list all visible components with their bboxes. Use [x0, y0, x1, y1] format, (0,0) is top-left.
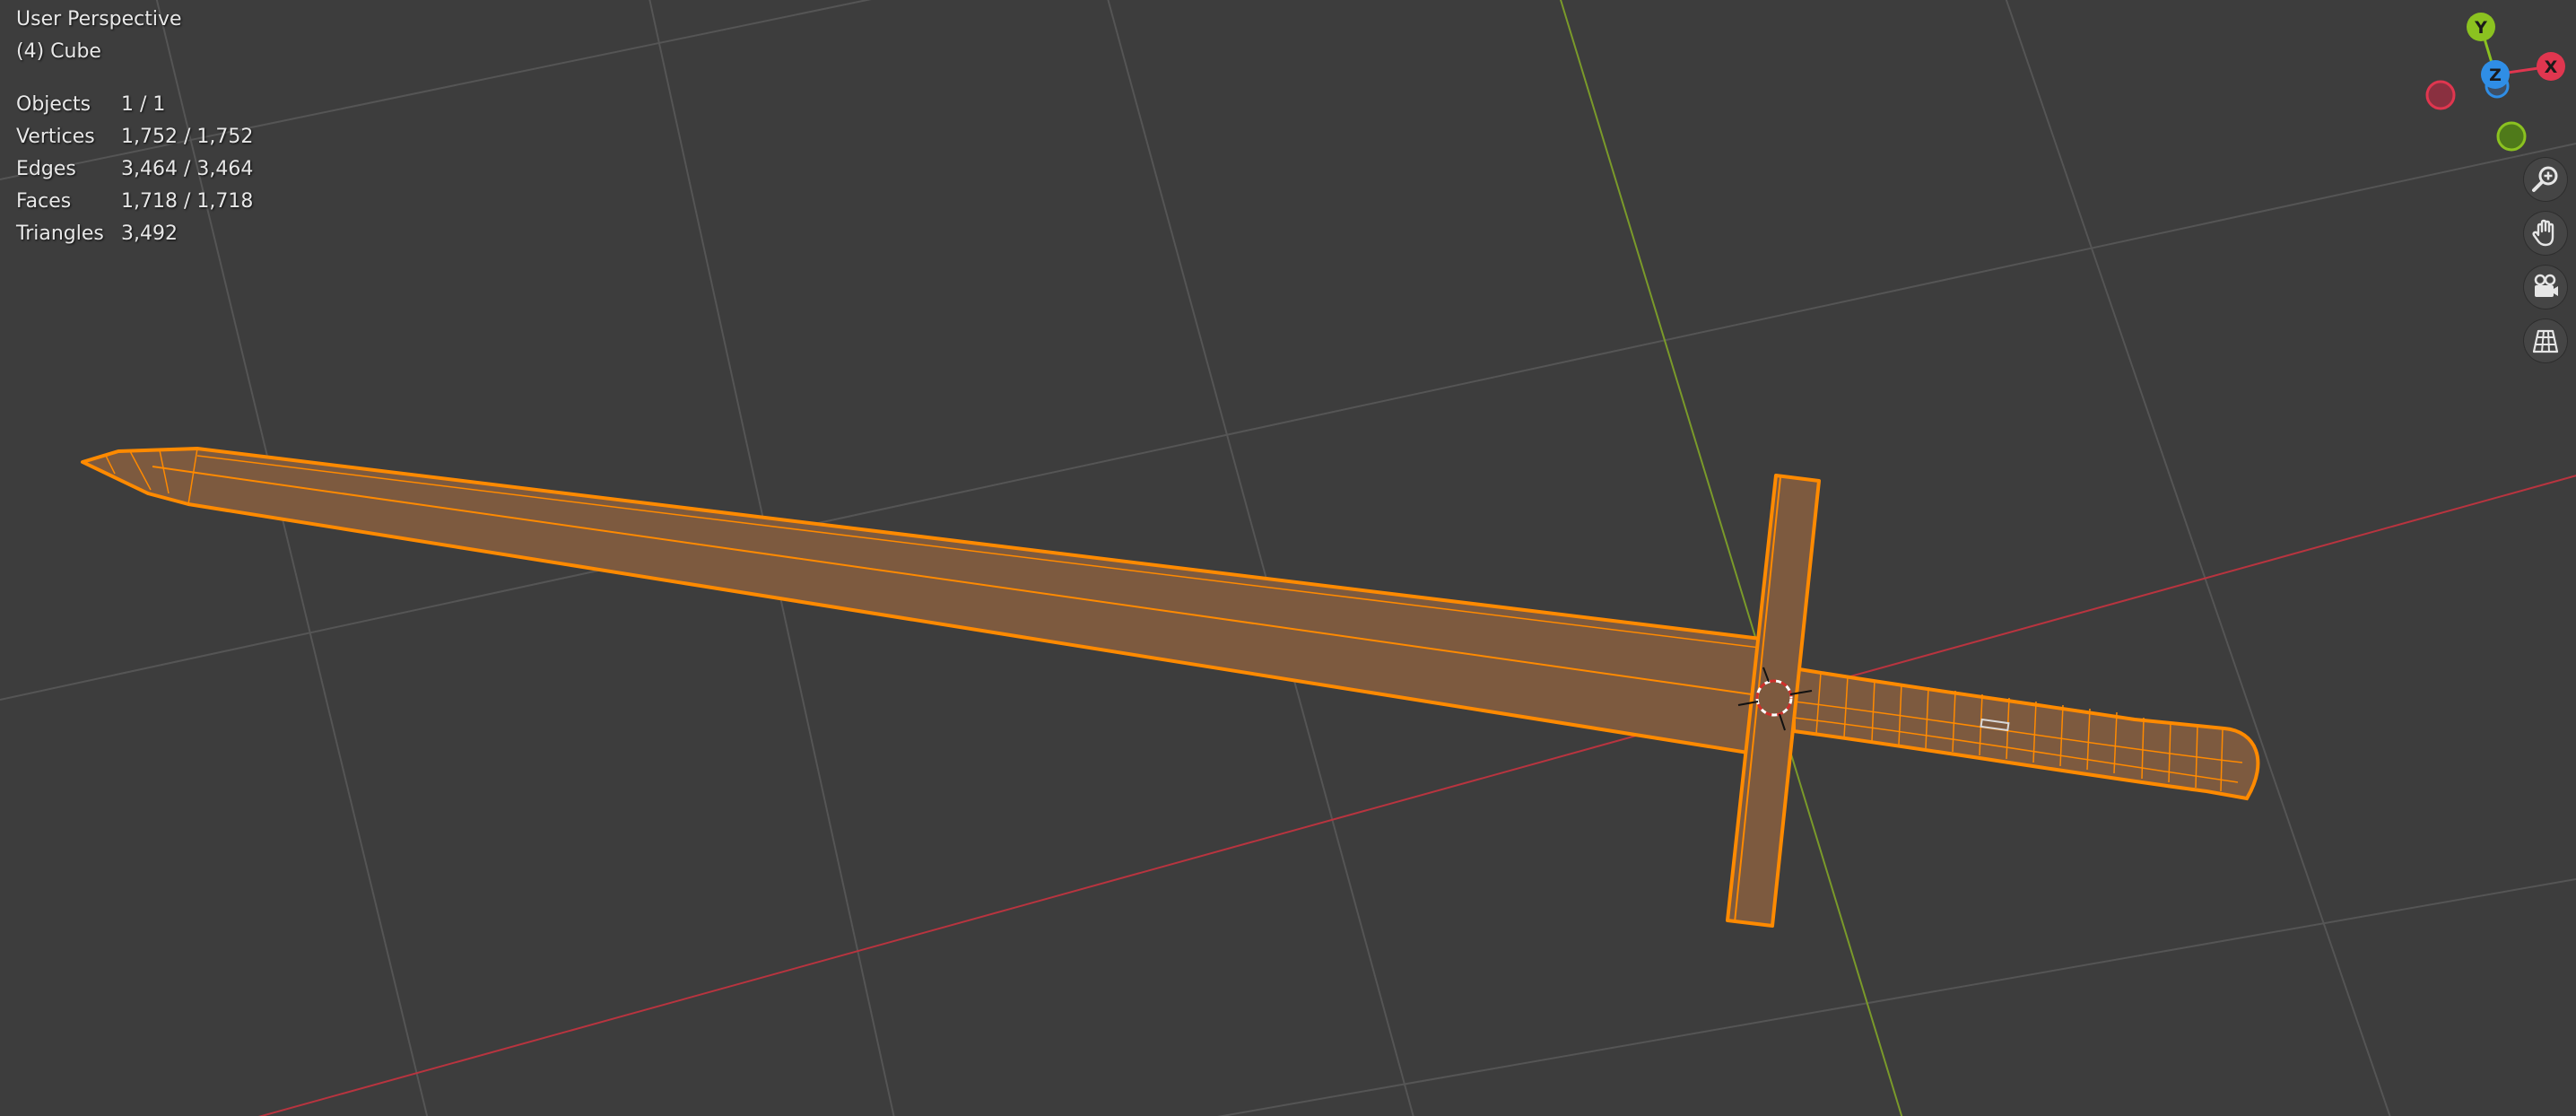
- gizmo-x-handle[interactable]: X: [2537, 52, 2565, 81]
- view-name-label: User Perspective: [16, 8, 182, 31]
- blade[interactable]: [81, 447, 1762, 755]
- stats-value: 1 / 1: [121, 93, 166, 116]
- stats-value: 3,464 / 3,464: [121, 158, 254, 180]
- pan-button[interactable]: [2524, 212, 2567, 255]
- zoom-button[interactable]: [2524, 158, 2567, 201]
- stats-value: 3,492: [121, 222, 178, 245]
- stats-label: Edges: [16, 158, 76, 180]
- stats-row-vertices: Vertices 1,752 / 1,752: [16, 126, 253, 158]
- ortho-toggle-button[interactable]: [2524, 319, 2567, 362]
- stats-label: Faces: [16, 190, 72, 213]
- floor-grid: [0, 0, 2576, 1116]
- stats-label: Objects: [16, 93, 91, 116]
- camera-view-button[interactable]: [2524, 266, 2567, 309]
- stats-label: Triangles: [16, 222, 104, 245]
- stats-label: Vertices: [16, 126, 95, 148]
- scene-statistics: Objects 1 / 1 Vertices 1,752 / 1,752 Edg…: [16, 93, 253, 255]
- stats-row-edges: Edges 3,464 / 3,464: [16, 158, 253, 190]
- scene-canvas[interactable]: [0, 0, 2576, 1116]
- gizmo-neg-x-handle[interactable]: [2425, 80, 2456, 110]
- hand-icon: [2532, 219, 2554, 247]
- 3d-viewport[interactable]: User Perspective (4) Cube Objects 1 / 1 …: [0, 0, 2576, 1116]
- gizmo-y-label: Y: [2474, 18, 2487, 38]
- gizmo-x-label: X: [2545, 57, 2558, 77]
- y-axis-line: [1560, 0, 1903, 1116]
- navigation-gizmo[interactable]: Y X Z: [2416, 0, 2576, 166]
- gizmo-z-label: Z: [2489, 65, 2502, 85]
- magnifier-plus-icon: [2532, 166, 2558, 192]
- camera-icon: [2534, 274, 2558, 297]
- stats-row-objects: Objects 1 / 1: [16, 93, 253, 126]
- stats-value: 1,752 / 1,752: [121, 126, 254, 148]
- gizmo-neg-y-handle[interactable]: [2496, 121, 2527, 152]
- active-object-label: (4) Cube: [16, 40, 101, 63]
- stats-row-faces: Faces 1,718 / 1,718: [16, 190, 253, 222]
- gizmo-z-handle[interactable]: Z: [2481, 60, 2510, 89]
- blade-fuller: [152, 466, 1759, 696]
- gizmo-y-handle[interactable]: Y: [2467, 13, 2495, 41]
- grid-icon: [2532, 329, 2559, 353]
- stats-row-triangles: Triangles 3,492: [16, 222, 253, 255]
- sword-mesh[interactable]: [81, 447, 2260, 928]
- stats-value: 1,718 / 1,718: [121, 190, 254, 213]
